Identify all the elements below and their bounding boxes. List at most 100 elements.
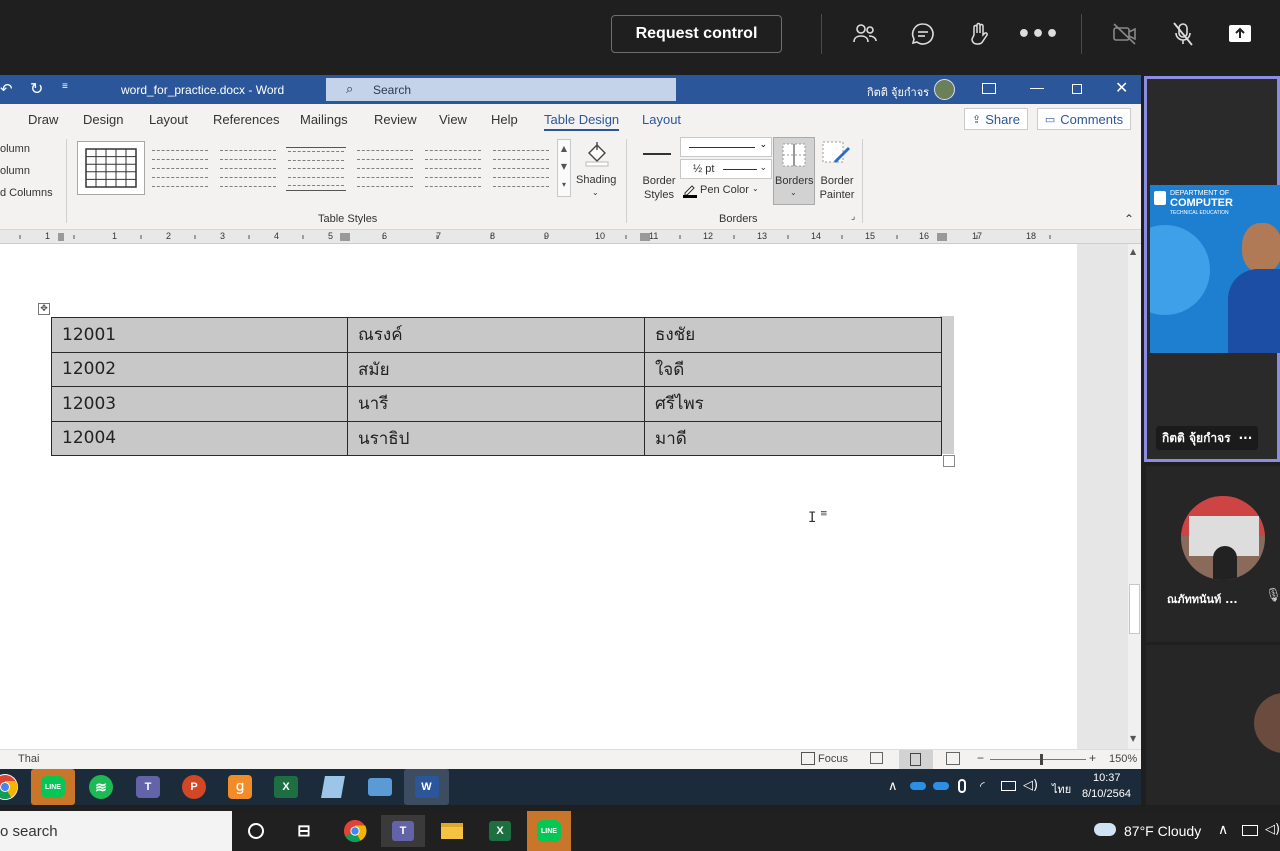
border-styles-button[interactable]: Border Styles [639, 174, 679, 202]
scroll-up-icon[interactable]: ▲ [1130, 247, 1136, 256]
table-row[interactable]: 12001 ณรงค์ ธงชัย [51, 317, 942, 353]
onedrive-icon[interactable] [933, 782, 949, 790]
shading-button[interactable]: Shading [576, 174, 616, 186]
customize-qat-icon[interactable]: ≡ [62, 81, 68, 92]
more-options-icon[interactable]: ··· [1239, 431, 1253, 445]
table-cell-id[interactable]: 12004 [51, 420, 348, 456]
table-cell-id[interactable]: 12002 [51, 351, 348, 387]
account-name[interactable]: กิตติ จุ้ยกำจร [867, 83, 929, 101]
spotify-icon[interactable]: ≋ [85, 773, 117, 801]
chat-icon[interactable] [909, 20, 937, 48]
tab-review[interactable]: Review [374, 112, 417, 127]
tab-design[interactable]: Design [83, 112, 123, 127]
table-cell-firstname[interactable]: ณรงค์ [347, 317, 645, 353]
excel-icon[interactable]: X [270, 773, 302, 801]
volume-icon[interactable]: ◁) [1265, 822, 1280, 837]
tab-layout[interactable]: Layout [149, 112, 188, 127]
table-resize-handle[interactable] [943, 455, 955, 467]
onedrive-icon[interactable] [910, 782, 926, 790]
table-cell-firstname[interactable]: สมัย [347, 351, 645, 387]
task-view-icon[interactable]: ⊟ [282, 815, 326, 847]
line-app-button[interactable]: LINE [31, 769, 75, 805]
clock-date[interactable]: 8/10/2564 [1082, 788, 1131, 800]
table-row[interactable]: 12004 นราธิป มาดี [51, 420, 942, 456]
table-move-handle-icon[interactable]: ✥ [38, 303, 50, 315]
tab-table-design[interactable]: Table Design [544, 112, 620, 131]
line-style-select[interactable]: ⌄ [680, 137, 772, 157]
share-screen-icon[interactable] [1226, 20, 1254, 48]
zoom-slider[interactable] [990, 759, 1086, 760]
zoom-level[interactable]: 150% [1109, 753, 1137, 765]
data-table[interactable]: 12001 ณรงค์ ธงชัย 12002 สมัย ใจดี 12003 … [51, 317, 942, 456]
tab-help[interactable]: Help [491, 112, 518, 127]
table-cell-firstname[interactable]: นารี [347, 386, 645, 422]
table-style-7[interactable] [491, 147, 551, 191]
close-icon[interactable]: ✕ [1115, 78, 1128, 98]
volume-icon[interactable]: ◁) [1023, 778, 1038, 793]
people-icon[interactable] [851, 20, 879, 48]
input-language[interactable]: ไทย [1052, 780, 1071, 798]
borders-button[interactable]: Borders ⌄ [773, 137, 815, 205]
print-layout-button[interactable] [899, 750, 933, 769]
table-row[interactable]: 12003 นารี ศรีไพร [51, 386, 942, 422]
table-row[interactable]: 12002 สมัย ใจดี [51, 351, 942, 387]
vertical-scrollbar[interactable]: ▲ ▼ [1128, 244, 1141, 749]
language-status[interactable]: Thai [18, 753, 39, 765]
tab-draw[interactable]: Draw [28, 112, 58, 127]
microphone-icon[interactable] [958, 779, 966, 793]
redo-icon[interactable]: ↻ [30, 79, 43, 99]
option-first-column[interactable]: olumn [0, 143, 30, 155]
search-box[interactable]: ⌕ Search [326, 78, 676, 101]
avatar[interactable] [934, 79, 955, 100]
table-style-grid[interactable] [77, 141, 145, 195]
zoom-in-icon[interactable]: + [1089, 751, 1096, 765]
ribbon-display-icon[interactable] [982, 83, 996, 94]
tab-mailings[interactable]: Mailings [300, 112, 348, 127]
participant-tile[interactable]: ณภัททนันท์ ... 🎙 [1146, 466, 1280, 642]
remote-desktop-icon[interactable] [364, 773, 396, 801]
restore-icon[interactable] [1072, 84, 1082, 94]
read-mode-icon[interactable] [870, 752, 883, 764]
table-style-3[interactable] [218, 147, 278, 191]
option-banded-columns[interactable]: d Columns [0, 187, 53, 199]
chrome-icon[interactable] [0, 774, 18, 800]
border-painter-button[interactable]: Border Painter [818, 174, 856, 202]
tray-chevron-icon[interactable]: ∧ [1218, 822, 1228, 838]
table-style-4[interactable] [286, 147, 346, 191]
share-button[interactable]: ⇪ Share [964, 108, 1028, 130]
presenter-video-tile[interactable]: DEPARTMENT OF COMPUTER TECHNICAL EDUCATI… [1144, 76, 1280, 462]
task-view-circle-icon[interactable] [234, 815, 278, 847]
minimize-icon[interactable]: — [1030, 79, 1044, 95]
more-icon[interactable]: ••• [1017, 20, 1059, 48]
tab-references[interactable]: References [213, 112, 279, 127]
zoom-slider-thumb[interactable] [1040, 754, 1043, 765]
table-cell-lastname[interactable]: ศรีไพร [644, 386, 942, 422]
chrome-taskbar-icon[interactable] [333, 815, 377, 847]
line-taskbar-button[interactable]: LINE [527, 811, 571, 851]
table-cell-lastname[interactable]: มาดี [644, 420, 942, 456]
request-control-button[interactable]: Request control [611, 15, 782, 53]
scroll-down-icon[interactable]: ▼ [1130, 734, 1136, 743]
table-cell-id[interactable]: 12003 [51, 386, 348, 422]
file-explorer-icon[interactable] [430, 815, 474, 847]
clock-time[interactable]: 10:37 [1093, 772, 1121, 784]
wifi-icon[interactable]: ◜ [980, 779, 985, 793]
pdf-app-icon[interactable]: Ɡ [224, 773, 256, 801]
mic-off-icon[interactable] [1169, 20, 1197, 48]
table-cell-lastname[interactable]: ธงชัย [644, 317, 942, 353]
tab-table-layout[interactable]: Layout [642, 112, 681, 127]
teams-icon[interactable]: T [132, 773, 164, 801]
focus-button[interactable]: Focus [818, 753, 848, 765]
option-last-column[interactable]: olumn [0, 165, 30, 177]
raise-hand-icon[interactable] [966, 20, 994, 48]
collapse-ribbon-icon[interactable]: ⌃ [1124, 212, 1134, 226]
weather-text[interactable]: 87°F Cloudy [1124, 823, 1201, 839]
dialog-launcher-icon[interactable]: ⌟ [851, 211, 855, 222]
network-icon[interactable] [1242, 825, 1258, 836]
tab-view[interactable]: View [439, 112, 467, 127]
tray-chevron-icon[interactable]: ∧ [888, 779, 898, 794]
battery-icon[interactable] [1001, 781, 1016, 791]
teams-taskbar-icon[interactable]: T [381, 815, 425, 847]
notepad-icon[interactable] [317, 773, 349, 801]
undo-icon[interactable]: ↶ [0, 80, 13, 98]
